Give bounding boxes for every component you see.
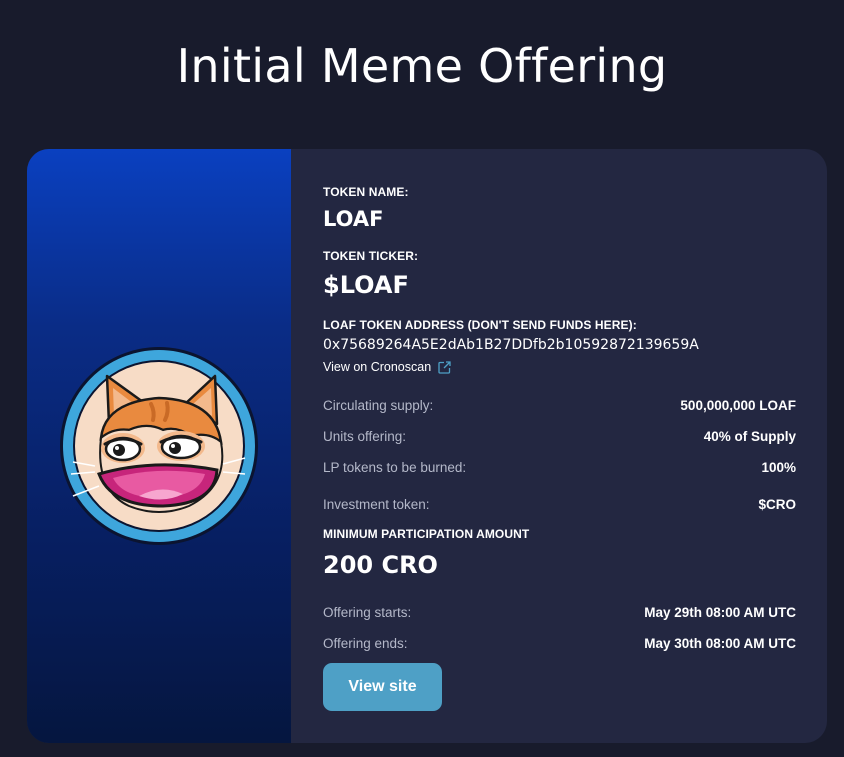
detail-key: Circulating supply:	[323, 397, 434, 413]
detail-key: LP tokens to be burned:	[323, 459, 467, 475]
circulating-supply-row: Circulating supply: 500,000,000 LOAF	[323, 396, 796, 414]
cronoscan-link-label: View on Cronoscan	[323, 360, 432, 374]
investment-token-row: Investment token: $CRO	[323, 495, 796, 513]
detail-value: $CRO	[758, 496, 796, 512]
token-address: 0x75689264A5E2dAb1B27DDfb2b1059287213965…	[323, 337, 699, 353]
detail-key: Units offering:	[323, 428, 407, 444]
token-art-panel	[27, 149, 291, 743]
detail-value: 500,000,000 LOAF	[680, 397, 796, 413]
offering-ends-row: Offering ends: May 30th 08:00 AM UTC	[323, 634, 796, 652]
loaf-cat-logo	[60, 347, 258, 545]
view-site-button[interactable]: View site	[323, 663, 442, 711]
offering-card: TOKEN NAME: LOAF TOKEN TICKER: $LOAF LOA…	[27, 149, 827, 743]
lp-burn-row: LP tokens to be burned: 100%	[323, 458, 796, 476]
offering-starts-row: Offering starts: May 29th 08:00 AM UTC	[323, 603, 796, 621]
page-title: Initial Meme Offering	[176, 38, 668, 93]
external-link-icon	[438, 360, 451, 374]
units-offering-row: Units offering: 40% of Supply	[323, 427, 796, 445]
detail-key: Investment token:	[323, 496, 430, 512]
token-ticker-label: TOKEN TICKER:	[323, 249, 419, 263]
detail-value: 40% of Supply	[703, 428, 796, 444]
token-address-label: LOAF TOKEN ADDRESS (DON'T SEND FUNDS HER…	[323, 318, 637, 332]
schedule-key: Offering starts:	[323, 604, 412, 620]
token-ticker: $LOAF	[323, 271, 409, 299]
minimum-participation-amount: 200 CRO	[323, 551, 438, 579]
schedule-value: May 30th 08:00 AM UTC	[644, 635, 796, 651]
token-name: LOAF	[323, 207, 384, 231]
detail-value: 100%	[761, 459, 796, 475]
schedule-value: May 29th 08:00 AM UTC	[644, 604, 796, 620]
view-on-cronoscan-link[interactable]: View on Cronoscan	[323, 360, 451, 374]
minimum-participation-label: MINIMUM PARTICIPATION AMOUNT	[323, 527, 530, 541]
token-name-label: TOKEN NAME:	[323, 185, 409, 199]
schedule-key: Offering ends:	[323, 635, 408, 651]
